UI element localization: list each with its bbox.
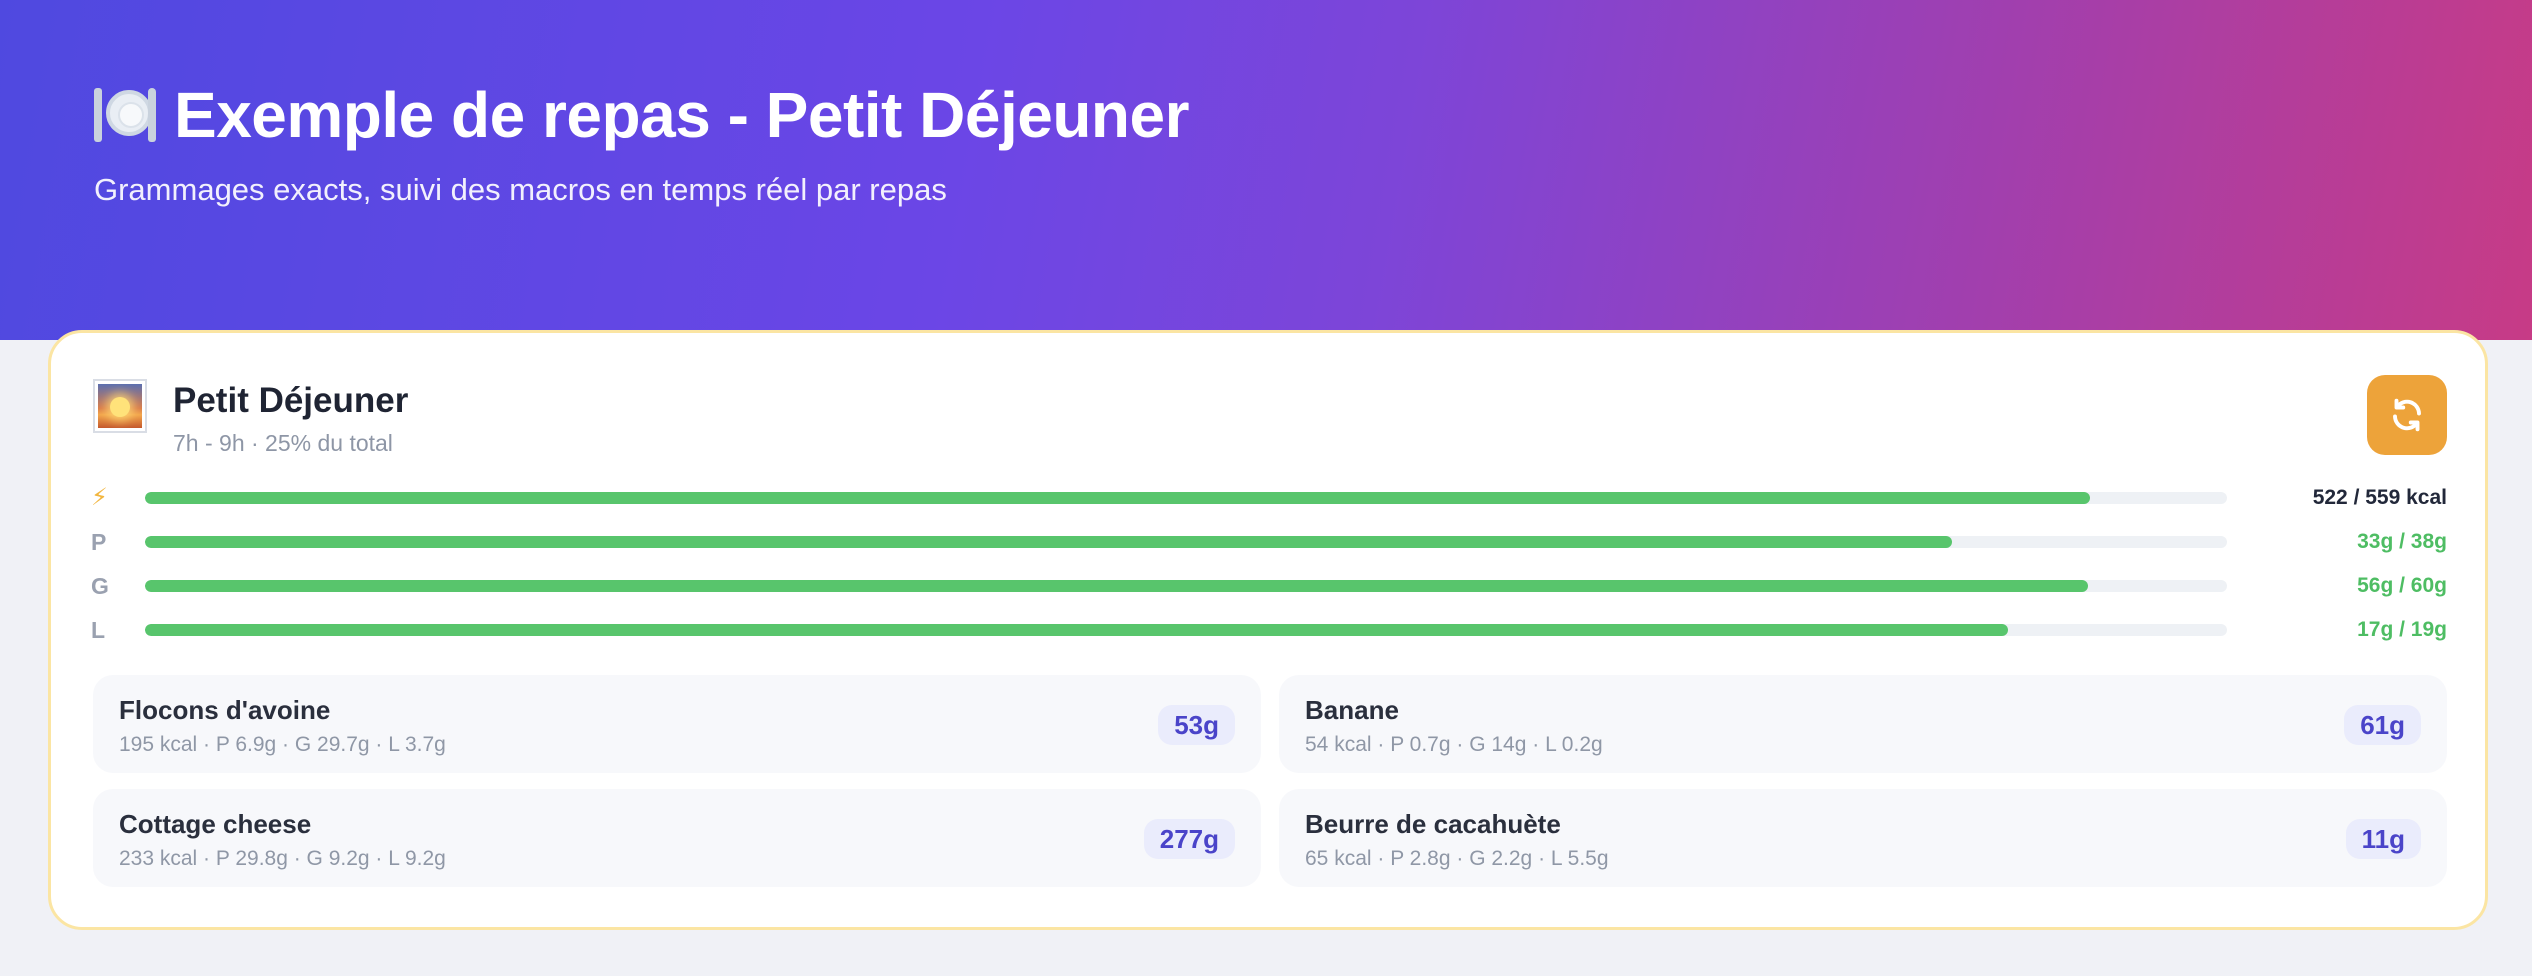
- sunrise-icon: [93, 379, 147, 433]
- page-subtitle: Grammages exacts, suivi des macros en te…: [94, 172, 947, 207]
- food-macros: 65 kcal · P 2.8g · G 2.2g · L 5.5g: [1305, 847, 1609, 870]
- macro-value: 522 / 559 kcal: [2312, 486, 2447, 509]
- meal-title: Petit Déjeuner: [173, 381, 409, 420]
- meal-header: Petit Déjeuner 7h - 9h · 25% du total: [93, 379, 408, 457]
- food-name: Flocons d'avoine: [119, 695, 331, 725]
- meal-card: Petit Déjeuner 7h - 9h · 25% du total ⚡ …: [48, 330, 2488, 930]
- progress-track: [145, 492, 2227, 504]
- food-quantity-badge: 53g: [1158, 705, 1235, 745]
- food-name: Cottage cheese: [119, 809, 312, 839]
- progress-fill: [145, 624, 2009, 636]
- macro-label: P: [91, 529, 107, 555]
- food-macros: 195 kcal · P 6.9g · G 29.7g · L 3.7g: [119, 733, 446, 756]
- lightning-icon: ⚡: [91, 484, 108, 511]
- food-macros: 233 kcal · P 29.8g · G 9.2g · L 9.2g: [119, 847, 446, 870]
- food-item[interactable]: Cottage cheese 233 kcal · P 29.8g · G 9.…: [93, 789, 1261, 887]
- macro-label: L: [91, 617, 106, 643]
- macro-row-kcal: ⚡ 522 / 559 kcal: [91, 483, 2447, 513]
- macro-value: 33g / 38g: [2357, 530, 2447, 553]
- macro-label: G: [91, 573, 109, 599]
- food-name: Banane: [1305, 695, 1399, 725]
- food-quantity-badge: 11g: [2345, 819, 2421, 859]
- macro-value: 56g / 60g: [2357, 574, 2447, 597]
- food-quantity-badge: 277g: [1143, 819, 1235, 859]
- food-quantity-badge: 61g: [2344, 705, 2421, 745]
- page-title: Exemple de repas - Petit Déjeuner: [94, 78, 1190, 152]
- food-item[interactable]: Banane 54 kcal · P 0.7g · G 14g · L 0.2g…: [1279, 675, 2447, 773]
- macro-row-fat: L 17g / 19g: [91, 615, 2447, 645]
- food-macros: 54 kcal · P 0.7g · G 14g · L 0.2g: [1305, 733, 1603, 756]
- refresh-button[interactable]: [2367, 375, 2447, 455]
- fork-plate-knife-icon: [94, 84, 156, 146]
- food-item[interactable]: Flocons d'avoine 195 kcal · P 6.9g · G 2…: [93, 675, 1261, 773]
- progress-fill: [145, 536, 1953, 548]
- meal-subtitle: 7h - 9h · 25% du total: [173, 430, 393, 456]
- progress-track: [145, 580, 2227, 592]
- progress-track: [145, 536, 2227, 548]
- progress-track: [145, 624, 2227, 636]
- progress-fill: [145, 580, 2088, 592]
- food-name: Beurre de cacahuète: [1305, 809, 1561, 839]
- macro-row-protein: P 33g / 38g: [91, 527, 2447, 557]
- food-item[interactable]: Beurre de cacahuète 65 kcal · P 2.8g · G…: [1279, 789, 2447, 887]
- macro-value: 17g / 19g: [2357, 618, 2447, 641]
- progress-fill: [145, 492, 2090, 504]
- refresh-icon: [2393, 398, 2421, 432]
- macro-row-carbs: G 56g / 60g: [91, 571, 2447, 601]
- page-title-text: Exemple de repas - Petit Déjeuner: [174, 79, 1190, 151]
- hero-header: Exemple de repas - Petit Déjeuner Gramma…: [0, 0, 2532, 340]
